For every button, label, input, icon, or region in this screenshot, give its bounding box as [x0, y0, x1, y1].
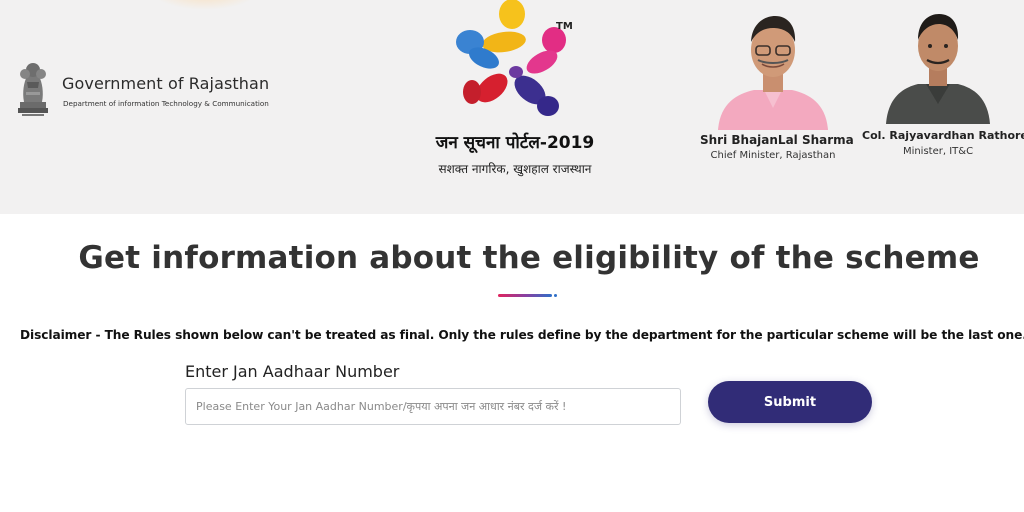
divider-dot — [554, 294, 557, 297]
jan-aadhaar-label: Enter Jan Aadhaar Number — [185, 362, 400, 381]
heading-divider — [498, 294, 557, 297]
jan-aadhaar-input[interactable] — [185, 388, 681, 425]
department-subtitle: Department of information Technology & C… — [63, 99, 269, 108]
government-branding[interactable]: Government of Rajasthan Department of in… — [12, 58, 302, 124]
government-title: Government of Rajasthan — [62, 74, 270, 93]
official-chief-minister: Shri BhajanLal Sharma Chief Minister, Ra… — [700, 8, 854, 168]
chief-minister-photo — [718, 16, 828, 130]
minister-photo — [886, 14, 990, 124]
portal-title: जन सूचना पोर्टल-2019 — [435, 133, 595, 153]
header-glow-decoration — [150, 0, 260, 10]
state-emblem-icon — [18, 63, 48, 116]
chief-minister-name: Shri BhajanLal Sharma — [700, 133, 854, 147]
official-minister-itc: Col. Rajyavardhan Rathore Minister, IT&C — [862, 8, 1024, 168]
divider-bar — [498, 294, 552, 297]
minister-name: Col. Rajyavardhan Rathore — [862, 129, 1024, 142]
page: Government of Rajasthan Department of in… — [0, 0, 1024, 512]
submit-button[interactable]: Submit — [708, 381, 872, 423]
chief-minister-role: Chief Minister, Rajasthan — [710, 150, 836, 161]
page-heading: Get information about the eligibility of… — [78, 240, 980, 276]
minister-role: Minister, IT&C — [902, 146, 974, 157]
portal-tagline: सशक्त नागरिक, खुशहाल राजस्थान — [438, 162, 592, 176]
disclaimer-text: Disclaimer - The Rules shown below can't… — [20, 328, 1024, 342]
jan-soochna-portal-logo[interactable] — [444, 0, 584, 128]
site-header: Government of Rajasthan Department of in… — [0, 0, 1024, 214]
trademark-mark: TM — [556, 21, 573, 32]
